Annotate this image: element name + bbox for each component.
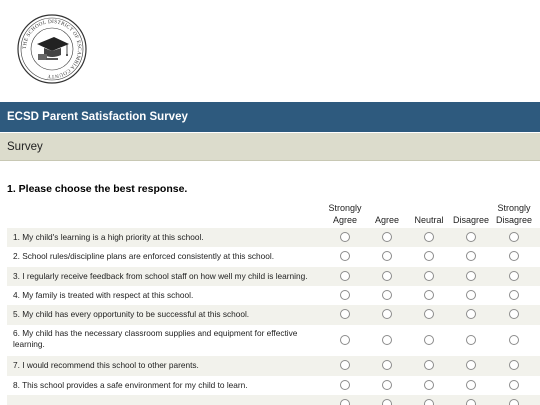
radio-neutral[interactable] — [424, 399, 434, 405]
radio-strongly-disagree[interactable] — [509, 335, 519, 345]
column-header-strongly-disagree: Strongly Disagree — [495, 203, 533, 225]
radio-strongly-agree[interactable] — [340, 380, 350, 390]
radio-disagree[interactable] — [466, 360, 476, 370]
radio-disagree[interactable] — [466, 290, 476, 300]
row-label: 1. My child's learning is a high priorit… — [13, 232, 204, 242]
survey-row: 7. I would recommend this school to othe… — [7, 356, 540, 376]
radio-strongly-agree[interactable] — [340, 335, 350, 345]
radio-neutral[interactable] — [424, 290, 434, 300]
school-district-seal-logo: THE SCHOOL DISTRICT OF ESCAMBIA COUNTY — [17, 14, 87, 84]
radio-disagree[interactable] — [466, 309, 476, 319]
survey-section-bar: Survey — [0, 133, 540, 161]
radio-strongly-agree[interactable] — [340, 360, 350, 370]
radio-strongly-agree[interactable] — [340, 271, 350, 281]
survey-row: 1. My child's learning is a high priorit… — [7, 228, 540, 247]
radio-agree[interactable] — [382, 309, 392, 319]
survey-row: 5. My child has every opportunity to be … — [7, 305, 540, 325]
survey-row-partial — [7, 395, 540, 405]
radio-strongly-disagree[interactable] — [509, 360, 519, 370]
radio-strongly-disagree[interactable] — [509, 399, 519, 405]
survey-row: 8. This school provides a safe environme… — [7, 376, 540, 395]
radio-strongly-disagree[interactable] — [509, 380, 519, 390]
question-label: 1. Please choose the best response. — [7, 183, 188, 195]
radio-strongly-disagree[interactable] — [509, 271, 519, 281]
row-label: 5. My child has every opportunity to be … — [13, 309, 250, 319]
survey-row: 2. School rules/discipline plans are enf… — [7, 247, 540, 267]
radio-disagree[interactable] — [466, 251, 476, 261]
radio-strongly-disagree[interactable] — [509, 232, 519, 242]
radio-strongly-agree[interactable] — [340, 251, 350, 261]
radio-strongly-disagree[interactable] — [509, 290, 519, 300]
radio-neutral[interactable] — [424, 232, 434, 242]
radio-disagree[interactable] — [466, 335, 476, 345]
radio-disagree[interactable] — [466, 380, 476, 390]
radio-agree[interactable] — [382, 290, 392, 300]
row-label: 7. I would recommend this school to othe… — [13, 360, 199, 370]
radio-disagree[interactable] — [466, 232, 476, 242]
survey-row: 4. My family is treated with respect at … — [7, 286, 540, 305]
radio-strongly-agree[interactable] — [340, 290, 350, 300]
row-label: 6. My child has the necessary classroom … — [13, 328, 298, 349]
survey-row: 3. I regularly receive feedback from sch… — [7, 267, 540, 286]
radio-neutral[interactable] — [424, 309, 434, 319]
radio-strongly-agree[interactable] — [340, 232, 350, 242]
radio-disagree[interactable] — [466, 271, 476, 281]
radio-agree[interactable] — [382, 335, 392, 345]
radio-disagree[interactable] — [466, 399, 476, 405]
survey-title-bar: ECSD Parent Satisfaction Survey — [0, 102, 540, 132]
radio-agree[interactable] — [382, 232, 392, 242]
radio-strongly-agree[interactable] — [340, 399, 350, 405]
radio-neutral[interactable] — [424, 251, 434, 261]
radio-neutral[interactable] — [424, 271, 434, 281]
survey-row: 6. My child has the necessary classroom … — [7, 325, 540, 356]
survey-rows: 1. My child's learning is a high priorit… — [7, 228, 540, 405]
radio-neutral[interactable] — [424, 380, 434, 390]
row-label: 3. I regularly receive feedback from sch… — [13, 271, 308, 281]
row-label: 2. School rules/discipline plans are enf… — [13, 251, 275, 261]
radio-neutral[interactable] — [424, 335, 434, 345]
radio-strongly-disagree[interactable] — [509, 251, 519, 261]
radio-agree[interactable] — [382, 271, 392, 281]
row-label: 8. This school provides a safe environme… — [13, 380, 248, 390]
radio-neutral[interactable] — [424, 360, 434, 370]
row-label: 4. My family is treated with respect at … — [13, 290, 194, 300]
logo-area: THE SCHOOL DISTRICT OF ESCAMBIA COUNTY — [0, 0, 540, 100]
radio-agree[interactable] — [382, 360, 392, 370]
radio-agree[interactable] — [382, 251, 392, 261]
radio-agree[interactable] — [382, 380, 392, 390]
radio-strongly-agree[interactable] — [340, 309, 350, 319]
radio-agree[interactable] — [382, 399, 392, 405]
radio-strongly-disagree[interactable] — [509, 309, 519, 319]
